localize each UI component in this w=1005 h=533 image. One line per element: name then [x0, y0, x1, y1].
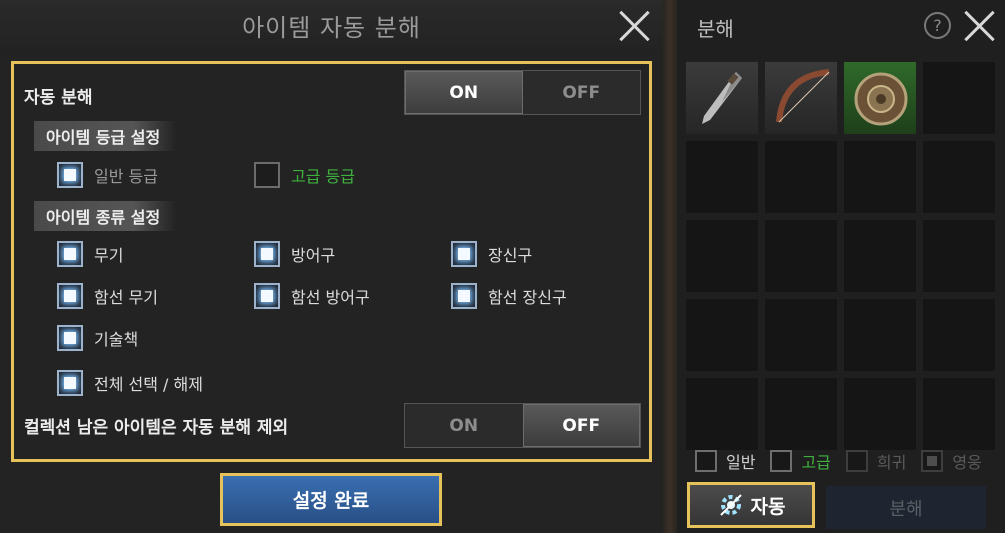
checkbox-checked[interactable]: [57, 370, 83, 396]
type-weapon-option[interactable]: 무기: [57, 241, 123, 267]
filter-high-label: 고급: [801, 453, 831, 472]
checkbox-disabled[interactable]: [921, 450, 944, 472]
empty-slot[interactable]: [843, 219, 917, 293]
empty-slot[interactable]: [922, 61, 996, 135]
auto-decompose-label: 자동 분해: [24, 88, 93, 108]
auto-button[interactable]: 자동: [687, 482, 815, 528]
type-section-header: 아이템 종류 설정: [34, 201, 177, 231]
type-ship-armor-option[interactable]: 함선 방어구: [254, 283, 370, 309]
filter-normal-label: 일반: [726, 453, 756, 472]
grade-high-option[interactable]: 고급 등급: [254, 162, 355, 188]
decompose-panel: 분해 ? 일반 고급 희귀 영웅: [677, 0, 1005, 533]
empty-slot[interactable]: [685, 298, 759, 372]
toggle-off-button[interactable]: OFF: [523, 71, 641, 114]
filter-hero[interactable]: 영웅: [921, 449, 982, 473]
filter-normal[interactable]: 일반: [695, 449, 755, 473]
empty-slot[interactable]: [764, 140, 838, 214]
empty-slot[interactable]: [764, 219, 838, 293]
decompose-button[interactable]: 분해: [826, 486, 986, 529]
type-ship-accessory-label: 함선 장신구: [488, 288, 567, 307]
shield-icon: [854, 72, 908, 126]
checkbox-unchecked[interactable]: [254, 162, 280, 188]
game-ui: 아이템 자동 분해 자동 분해 ON OFF 아이템 등급 설정 일반 등급 고…: [0, 0, 1005, 533]
type-ship-armor-label: 함선 방어구: [291, 288, 370, 307]
empty-slot[interactable]: [685, 219, 759, 293]
close-icon[interactable]: [617, 8, 653, 44]
type-armor-label: 방어구: [291, 246, 336, 265]
empty-slot[interactable]: [922, 377, 996, 451]
checkbox-checked[interactable]: [57, 162, 83, 188]
auto-decompose-toggle[interactable]: ON OFF: [404, 70, 641, 115]
empty-slot[interactable]: [843, 140, 917, 214]
auto-button-label: 자동: [750, 495, 786, 518]
dialog-title: 아이템 자동 분해: [242, 14, 421, 42]
type-ship-weapon-label: 함선 무기: [94, 288, 158, 307]
empty-slot[interactable]: [922, 140, 996, 214]
type-weapon-label: 무기: [94, 246, 124, 265]
help-icon[interactable]: ?: [924, 12, 951, 39]
empty-slot[interactable]: [764, 377, 838, 451]
filter-hero-label: 영웅: [952, 453, 982, 472]
collection-exclude-toggle[interactable]: ON OFF: [404, 403, 641, 448]
settings-done-button[interactable]: 설정 완료: [220, 473, 442, 526]
decompose-title: 분해: [697, 17, 734, 41]
dialog-header: 아이템 자동 분해: [0, 0, 663, 55]
grade-section-header: 아이템 등급 설정: [34, 121, 177, 151]
filter-high[interactable]: 고급: [770, 449, 831, 473]
type-skillbook-label: 기술책: [94, 330, 139, 349]
panel-divider: [663, 0, 677, 533]
checkbox-unchecked[interactable]: [770, 450, 793, 472]
dagger-icon: [702, 72, 742, 124]
bow-icon: [776, 69, 830, 123]
select-all-option[interactable]: 전체 선택 / 해제: [57, 370, 203, 396]
filter-rare[interactable]: 희귀: [845, 449, 907, 473]
type-ship-weapon-option[interactable]: 함선 무기: [57, 283, 158, 309]
checkbox-checked[interactable]: [57, 241, 83, 267]
close-icon[interactable]: [962, 8, 998, 44]
checkbox-unchecked[interactable]: [695, 450, 717, 472]
type-accessory-label: 장신구: [488, 246, 533, 265]
checkbox-checked[interactable]: [254, 241, 280, 267]
grade-high-label: 고급 등급: [291, 167, 355, 186]
gear-sparkle-icon: [719, 494, 742, 516]
checkbox-checked[interactable]: [57, 283, 83, 309]
empty-slot[interactable]: [922, 298, 996, 372]
filter-rare-label: 희귀: [876, 453, 907, 472]
type-armor-option[interactable]: 방어구: [254, 241, 335, 267]
empty-slot[interactable]: [685, 377, 759, 451]
grade-filters: 일반 고급 희귀 영웅: [695, 449, 997, 473]
settings-panel: 자동 분해 ON OFF 아이템 등급 설정 일반 등급 고급 등급 아이템 종…: [11, 61, 652, 462]
type-skillbook-option[interactable]: 기술책: [57, 325, 138, 351]
type-accessory-option[interactable]: 장신구: [451, 241, 532, 267]
auto-decompose-dialog: 아이템 자동 분해 자동 분해 ON OFF 아이템 등급 설정 일반 등급 고…: [0, 0, 663, 533]
empty-slot[interactable]: [685, 140, 759, 214]
empty-slot[interactable]: [843, 298, 917, 372]
toggle-off-button[interactable]: OFF: [522, 404, 640, 447]
type-ship-accessory-option[interactable]: 함선 장신구: [451, 283, 567, 309]
item-slot-bow[interactable]: [764, 61, 838, 135]
grade-normal-label: 일반 등급: [94, 167, 158, 186]
checkbox-checked[interactable]: [451, 241, 477, 267]
checkbox-checked[interactable]: [254, 283, 280, 309]
item-grid: [685, 61, 1003, 453]
grade-normal-option[interactable]: 일반 등급: [57, 162, 158, 188]
empty-slot[interactable]: [764, 298, 838, 372]
select-all-label: 전체 선택 / 해제: [94, 375, 203, 394]
empty-slot[interactable]: [843, 377, 917, 451]
item-slot-shield[interactable]: [843, 61, 917, 135]
empty-slot[interactable]: [922, 219, 996, 293]
checkbox-checked[interactable]: [451, 283, 477, 309]
item-slot-dagger[interactable]: [685, 61, 759, 135]
checkbox-disabled[interactable]: [845, 450, 868, 472]
collection-exclude-label: 컬렉션 남은 아이템은 자동 분해 제외: [24, 418, 289, 438]
checkbox-checked[interactable]: [57, 325, 83, 351]
toggle-on-button[interactable]: ON: [405, 404, 523, 447]
toggle-on-button[interactable]: ON: [405, 71, 523, 114]
